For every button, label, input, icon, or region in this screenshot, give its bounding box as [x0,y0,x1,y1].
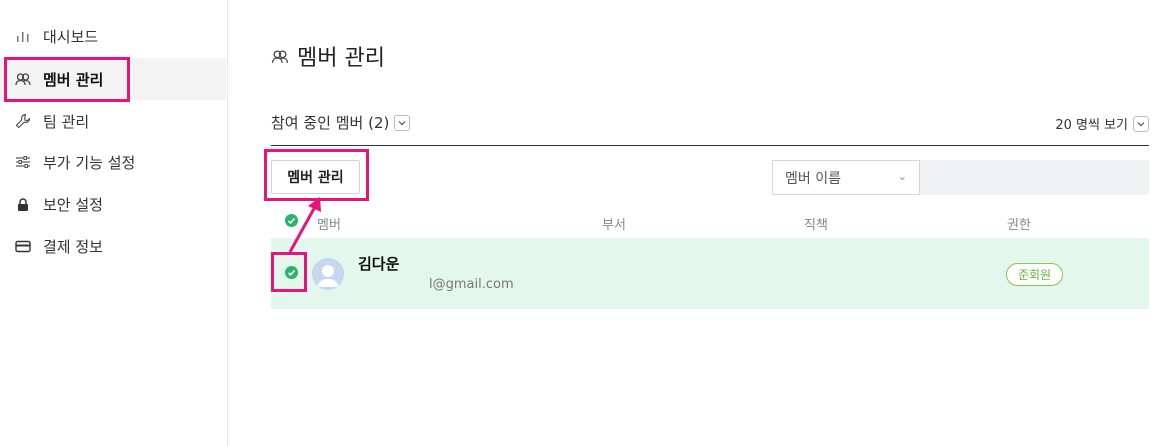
table-row[interactable]: 김다운 l@gmail.com 준회원 [271,238,1149,309]
member-name: 김다운 [358,255,400,273]
select-all-checkbox[interactable] [285,214,298,227]
app: 대시보드 멤버 관리 팀 관리 부가 기능 설정 보안 설정 결제 정보 멤버 … [0,0,1157,446]
per-page-selector[interactable]: 20 명씩 보기 [1055,114,1149,133]
sidebar-item-security-settings[interactable]: 보안 설정 [0,183,226,225]
column-header-member: 멤버 [317,218,341,233]
search-field-select-value: 멤버 이름 [785,170,841,187]
chevron-down-icon: ⌄ [897,170,907,183]
sidebar-item-label: 팀 관리 [43,112,90,131]
chevron-down-icon[interactable] [1133,115,1149,132]
members-icon [271,49,289,64]
sidebar-item-member-management[interactable]: 멤버 관리 [0,58,226,100]
member-list-header: 참여 중인 멤버 (2) 20 명씩 보기 [271,110,1149,146]
sidebar-item-label: 대시보드 [43,27,99,46]
member-email: l@gmail.com [429,277,514,292]
participating-members-label: 참여 중인 멤버 (2) [271,114,390,132]
sidebar-item-billing-info[interactable]: 결제 정보 [0,225,226,267]
search-input[interactable] [920,160,1149,195]
member-manage-button[interactable]: 멤버 관리 [271,160,360,194]
bar-chart-icon [14,27,32,45]
per-page-label: 20 명씩 보기 [1055,118,1128,133]
sliders-icon [14,153,32,171]
member-toolbar: 멤버 관리 멤버 이름 ⌄ [271,160,1149,196]
sidebar-item-label: 보안 설정 [43,195,103,214]
sidebar-item-team-management[interactable]: 팀 관리 [0,100,226,142]
sidebar-item-dashboard[interactable]: 대시보드 [0,15,226,57]
participating-members-filter[interactable]: 참여 중인 멤버 (2) [271,112,411,133]
column-header-role: 권한 [1007,218,1031,233]
row-checkbox[interactable] [285,266,298,279]
search-field-select[interactable]: 멤버 이름 ⌄ [772,160,920,195]
role-badge: 준회원 [1006,263,1063,286]
lock-icon [14,195,32,213]
sidebar: 대시보드 멤버 관리 팀 관리 부가 기능 설정 보안 설정 결제 정보 [0,0,228,446]
avatar [312,258,344,290]
chevron-down-icon[interactable] [394,114,411,131]
sidebar-item-label: 부가 기능 설정 [43,153,136,172]
sidebar-item-label: 멤버 관리 [43,70,104,89]
sidebar-item-addon-settings[interactable]: 부가 기능 설정 [0,141,226,183]
wrench-icon [14,112,32,130]
column-header-position: 직책 [804,218,828,233]
page-title-text: 멤버 관리 [297,46,385,71]
credit-card-icon [14,237,32,255]
members-icon [14,70,32,88]
page-title: 멤버 관리 [271,40,385,72]
table-header: 멤버 부서 직책 권한 [271,206,1149,238]
column-header-department: 부서 [602,218,626,233]
sidebar-item-label: 결제 정보 [43,237,103,256]
